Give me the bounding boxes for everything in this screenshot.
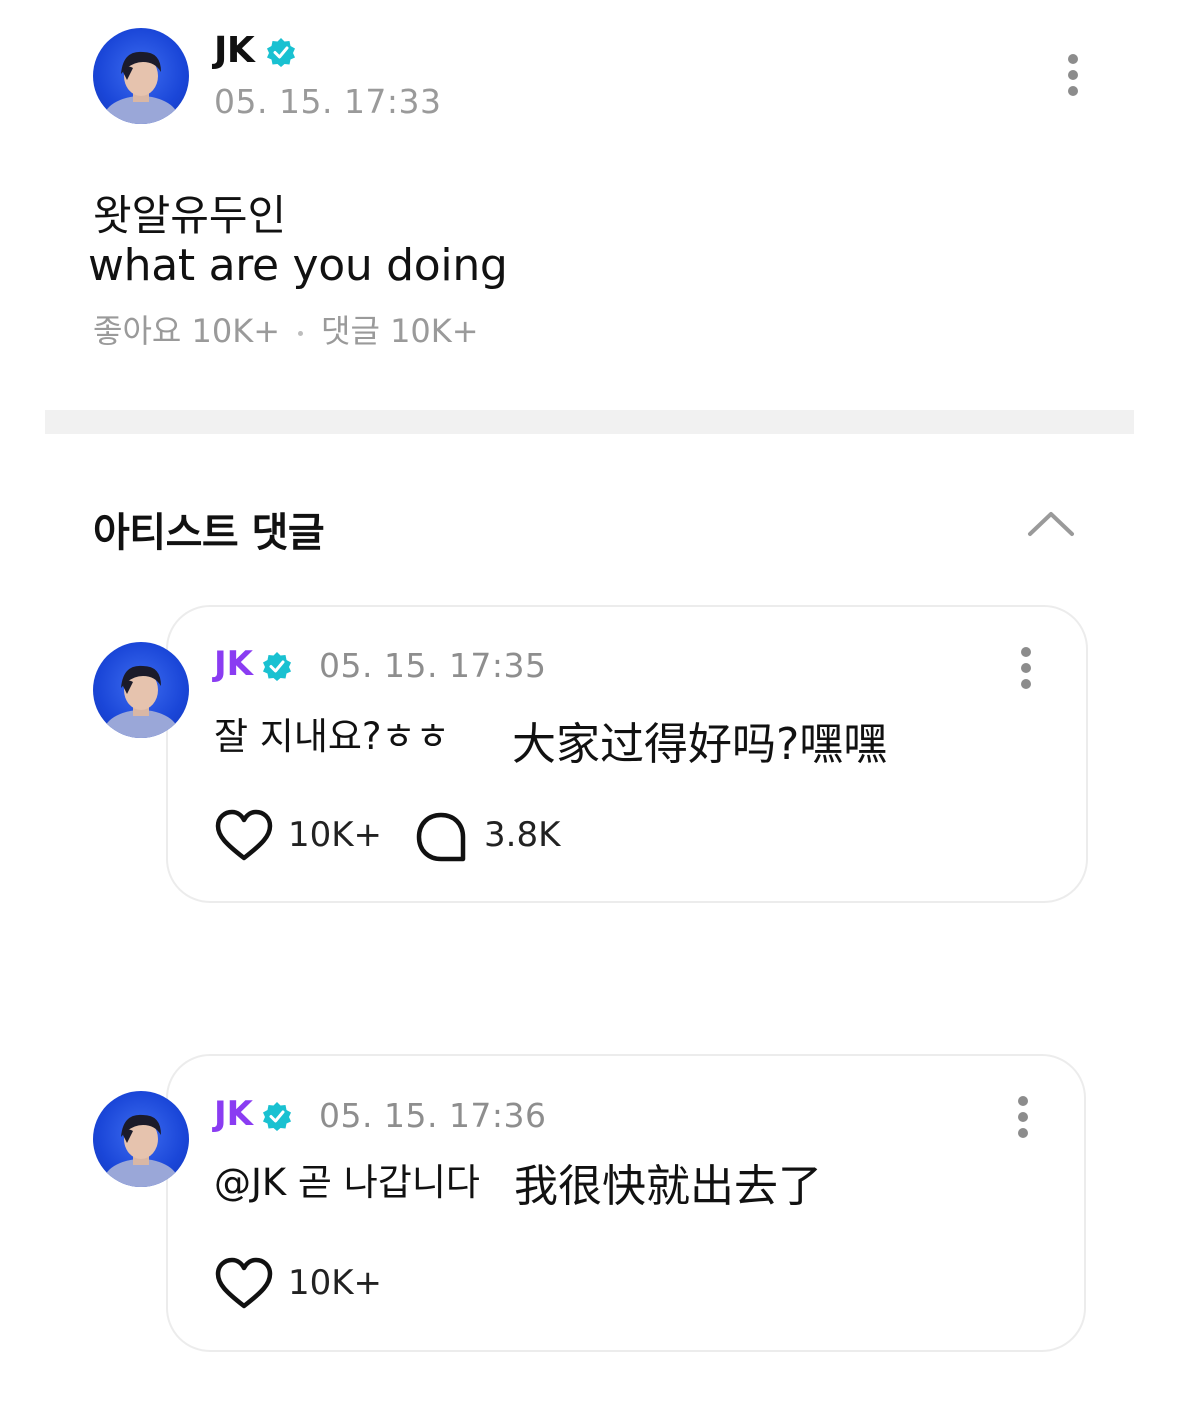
comment-like-count: 10K+ [288,1263,383,1303]
post-timestamp: 05. 15. 17:33 [214,82,442,121]
verified-badge-icon [263,652,291,681]
post-text-korean: 왓알유두인 [93,191,287,240]
post-more-icon[interactable] [1066,54,1080,102]
section-divider [45,410,1134,434]
comment-timestamp: 05. 15. 17:35 [319,646,547,685]
comment-translation: 我很快就出去了 [514,1161,822,1212]
comment-author-name[interactable]: JK [214,644,253,684]
chevron-up-icon[interactable] [1026,506,1076,540]
post-comments-count[interactable]: 댓글 10K+ [321,312,479,350]
comment-author-avatar[interactable] [93,642,189,738]
post-author-avatar[interactable] [93,28,189,124]
post-likes-count[interactable]: 좋아요 10K+ [93,312,280,350]
comment-reply-count: 3.8K [484,815,561,855]
comment-more-icon[interactable] [1016,1096,1030,1144]
artist-comments-title: 아티스트 댓글 [93,510,325,556]
speech-bubble-icon[interactable] [414,810,468,864]
comment-timestamp: 05. 15. 17:36 [319,1096,547,1135]
post-author-name[interactable]: JK [214,30,255,71]
verified-badge-icon [263,1102,291,1131]
verified-badge-icon [267,38,295,67]
separator-dot [298,330,304,336]
heart-icon[interactable] [214,1256,274,1312]
comment-text: @JK 곧 나갑니다 [214,1161,480,1204]
heart-icon[interactable] [214,808,274,864]
comment-more-icon[interactable] [1019,647,1033,695]
comment-translation: 大家过得好吗?嘿嘿 [512,719,888,770]
post-text-english: what are you doing [88,240,508,291]
comment-author-name[interactable]: JK [214,1094,253,1134]
comment-like-count: 10K+ [288,815,383,855]
post-stats: 좋아요 10K+ 댓글 10K+ [93,306,479,352]
comment-text: 잘 지내요?ㅎㅎ [214,715,450,758]
comment-author-avatar[interactable] [93,1091,189,1187]
